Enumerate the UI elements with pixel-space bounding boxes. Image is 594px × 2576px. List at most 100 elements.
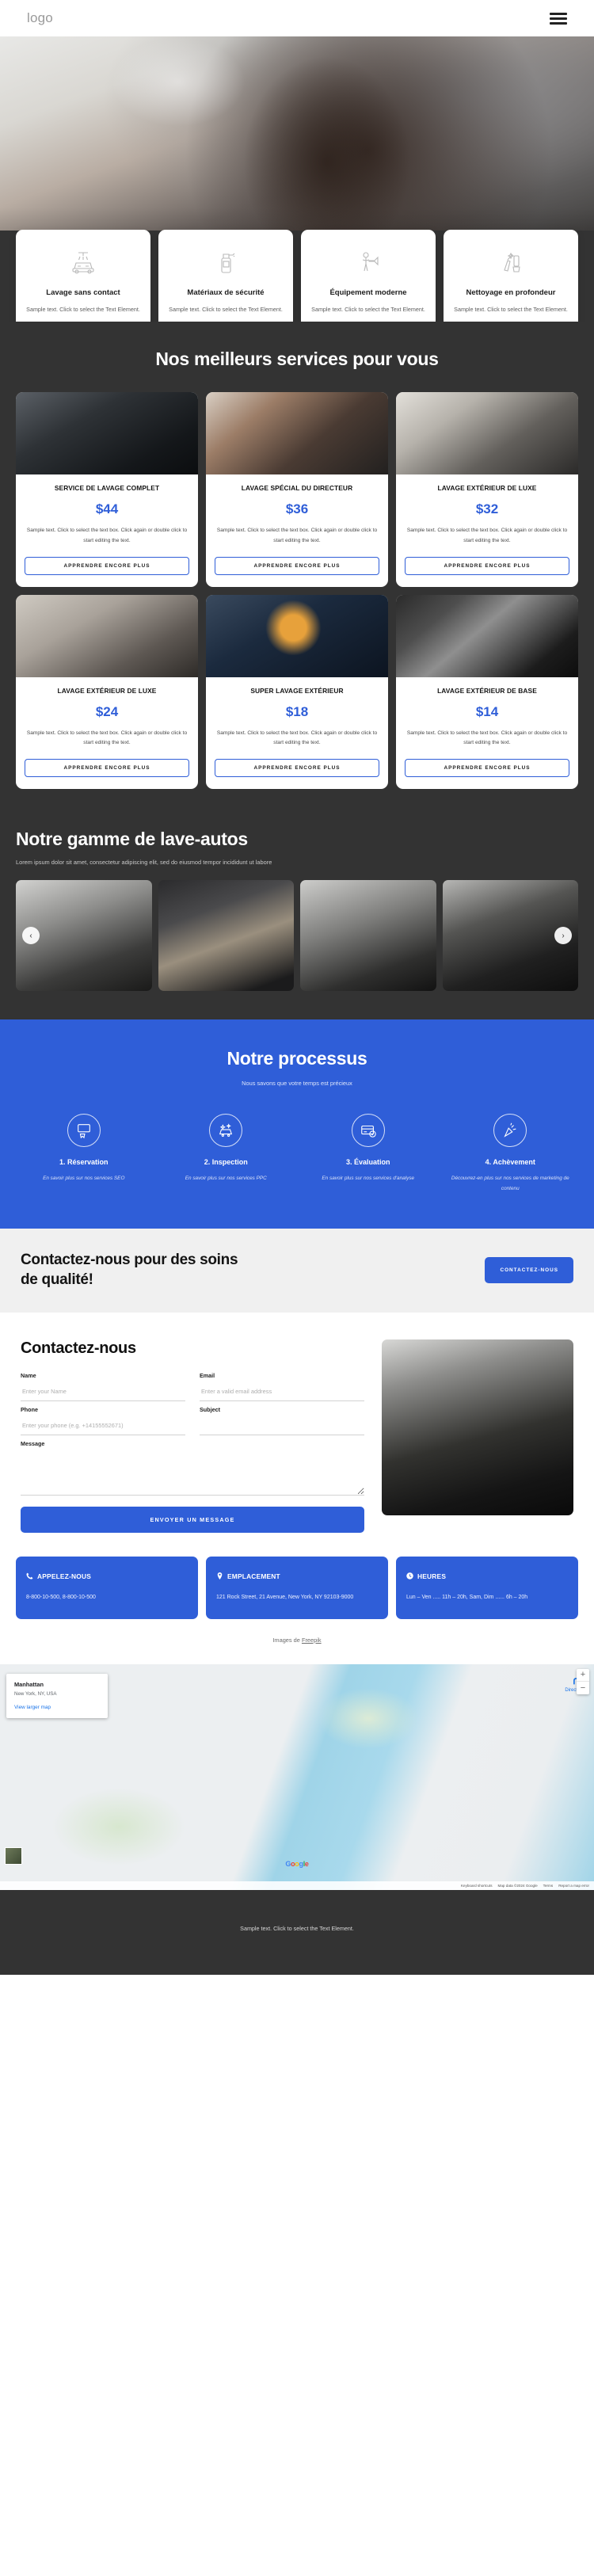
feature-title: Matériaux de sécurité xyxy=(187,288,265,297)
map-section[interactable]: Manhattan New York, NY, USA View larger … xyxy=(0,1663,594,1890)
service-image xyxy=(396,594,578,677)
site-footer: Sample text. Click to select the Text El… xyxy=(0,1889,594,1975)
name-input[interactable] xyxy=(21,1384,185,1401)
map-keyboard-shortcuts[interactable]: Keyboard shortcuts xyxy=(461,1884,493,1888)
learn-more-button[interactable]: APPRENDRE ENCORE PLUS xyxy=(215,759,379,778)
process-step-text: En savoir plus sur nos services d'analys… xyxy=(322,1176,415,1182)
credit-link[interactable]: Freepik xyxy=(302,1637,322,1644)
services-row-2: LAVAGE EXTÉRIEUR DE LUXE $24 Sample text… xyxy=(0,594,594,790)
learn-more-button[interactable]: APPRENDRE ENCORE PLUS xyxy=(405,556,569,575)
google-logo: Google xyxy=(285,1859,309,1868)
learn-more-button[interactable]: APPRENDRE ENCORE PLUS xyxy=(25,556,189,575)
clock-icon xyxy=(406,1569,413,1583)
service-card[interactable]: LAVAGE EXTÉRIEUR DE LUXE $24 Sample text… xyxy=(16,594,198,790)
subject-input[interactable] xyxy=(200,1418,364,1435)
gallery-section: Notre gamme de lave-autos Lorem ipsum do… xyxy=(0,789,594,992)
gallery-title: Notre gamme de lave-autos xyxy=(16,829,248,850)
feature-title: Lavage sans contact xyxy=(46,288,120,297)
map-terms-link[interactable]: Terms xyxy=(543,1884,554,1888)
contact-title: Contactez-nous xyxy=(21,1339,136,1357)
sparkle-car-icon xyxy=(209,1114,243,1148)
phone-input[interactable] xyxy=(21,1418,185,1435)
map-zoom-controls[interactable]: + − xyxy=(577,1668,589,1694)
contact-media xyxy=(382,1339,573,1533)
map-zoom-in-button[interactable]: + xyxy=(577,1669,589,1682)
subject-label: Subject xyxy=(200,1405,220,1413)
service-image xyxy=(206,594,388,677)
service-price: $18 xyxy=(285,703,309,719)
map-info-card: Manhattan New York, NY, USA View larger … xyxy=(6,1673,108,1718)
contact-form: Contactez-nous Name Email Phone Subject xyxy=(21,1339,364,1533)
message-textarea[interactable] xyxy=(21,1452,364,1496)
process-title: Notre processus xyxy=(227,1048,367,1069)
service-card[interactable]: SERVICE DE LAVAGE COMPLET $44 Sample tex… xyxy=(16,392,198,587)
service-image xyxy=(396,392,578,474)
service-text: Sample text. Click to select the text bo… xyxy=(406,527,568,543)
contact-section: Contactez-nous Name Email Phone Subject xyxy=(0,1312,594,1533)
send-message-button[interactable]: ENVOYER UN MESSAGE xyxy=(21,1506,364,1533)
service-card[interactable]: SUPER LAVAGE EXTÉRIEUR $18 Sample text. … xyxy=(206,594,388,790)
hamburger-icon[interactable] xyxy=(550,12,567,25)
service-card[interactable]: LAVAGE EXTÉRIEUR DE LUXE $32 Sample text… xyxy=(396,392,578,587)
dark-section: Nos meilleurs services pour vous SERVICE… xyxy=(0,322,594,1020)
info-card-hours: HEURES Lun – Ven ..... 11h – 20h, Sam, D… xyxy=(396,1556,578,1619)
process-step-text: Découvrez-en plus sur nos services de ma… xyxy=(451,1176,569,1191)
footer-text: Sample text. Click to select the Text El… xyxy=(240,1924,354,1932)
process-section: Notre processus Nous savons que votre te… xyxy=(0,1019,594,1229)
service-price: $44 xyxy=(95,501,119,516)
gallery-image[interactable] xyxy=(300,880,436,992)
map-attribution-bar: Keyboard shortcuts Map data ©2024 Google… xyxy=(0,1881,594,1890)
feature-text: Sample text. Click to select the Text El… xyxy=(169,306,283,314)
phone-icon xyxy=(26,1569,33,1583)
service-image xyxy=(16,392,198,474)
process-step: 4. Achèvement Découvrez-en plus sur nos … xyxy=(443,1114,579,1194)
chevron-left-icon[interactable]: ‹ xyxy=(22,927,40,945)
contact-us-button[interactable]: CONTACTEZ-NOUS xyxy=(485,1257,573,1284)
service-text: Sample text. Click to select the text bo… xyxy=(216,730,378,746)
service-price: $36 xyxy=(285,501,309,516)
email-input[interactable] xyxy=(200,1384,364,1401)
process-step-label: 2. Inspection xyxy=(204,1158,248,1167)
learn-more-button[interactable]: APPRENDRE ENCORE PLUS xyxy=(215,556,379,575)
service-name: LAVAGE SPÉCIAL DU DIRECTEUR xyxy=(241,484,353,492)
deep-clean-brush-icon xyxy=(451,244,570,280)
gallery-image[interactable] xyxy=(158,880,294,992)
process-step: 1. Réservation En savoir plus sur nos se… xyxy=(16,1114,152,1194)
page-root: logo Lavage sans contact Sample text. Cl… xyxy=(0,0,594,1975)
info-card-phone: APPELEZ-NOUS 8-800-10-500, 8-800-10-500 xyxy=(16,1556,198,1619)
message-label: Message xyxy=(21,1439,45,1447)
phone-label: Phone xyxy=(21,1405,38,1413)
gallery-carousel: ‹ › xyxy=(16,880,578,992)
map-data-credit: Map data ©2024 Google xyxy=(497,1883,538,1888)
service-card[interactable]: LAVAGE SPÉCIAL DU DIRECTEUR $36 Sample t… xyxy=(206,392,388,587)
feature-card[interactable]: Nettoyage en profondeur Sample text. Cli… xyxy=(444,229,578,322)
card-check-icon xyxy=(351,1114,385,1148)
map-report-link[interactable]: Report a map error xyxy=(558,1884,589,1888)
feature-card[interactable]: Équipement moderne Sample text. Click to… xyxy=(301,229,436,322)
feature-title: Nettoyage en profondeur xyxy=(466,288,556,297)
credit-prefix: Images de xyxy=(272,1636,302,1644)
service-text: Sample text. Click to select the text bo… xyxy=(406,730,568,746)
process-steps: 1. Réservation En savoir plus sur nos se… xyxy=(16,1114,578,1194)
feature-card[interactable]: Matériaux de sécurité Sample text. Click… xyxy=(158,229,293,322)
service-card[interactable]: LAVAGE EXTÉRIEUR DE BASE $14 Sample text… xyxy=(396,594,578,790)
service-price: $32 xyxy=(475,501,499,516)
service-name: SUPER LAVAGE EXTÉRIEUR xyxy=(250,686,344,695)
cta-section: Contactez-nous pour des soins de qualité… xyxy=(0,1229,594,1313)
feature-card[interactable]: Lavage sans contact Sample text. Click t… xyxy=(16,229,150,322)
info-card-text: 8-800-10-500, 8-800-10-500 xyxy=(26,1594,96,1600)
book-cursor-icon xyxy=(67,1114,101,1148)
map-street-view-thumbnail[interactable] xyxy=(5,1846,22,1865)
site-logo[interactable]: logo xyxy=(27,10,53,26)
process-step: 3. Évaluation En savoir plus sur nos ser… xyxy=(300,1114,436,1194)
learn-more-button[interactable]: APPRENDRE ENCORE PLUS xyxy=(25,759,189,778)
process-step-text: En savoir plus sur nos services SEO xyxy=(43,1176,125,1182)
email-label: Email xyxy=(200,1371,215,1379)
service-text: Sample text. Click to select the text bo… xyxy=(216,527,378,543)
view-larger-map-link[interactable]: View larger map xyxy=(14,1705,100,1710)
learn-more-button[interactable]: APPRENDRE ENCORE PLUS xyxy=(405,759,569,778)
service-text: Sample text. Click to select the text bo… xyxy=(26,730,188,746)
chevron-right-icon[interactable]: › xyxy=(554,927,572,945)
google-logo-e: e xyxy=(304,1859,309,1868)
map-zoom-out-button[interactable]: − xyxy=(577,1682,589,1694)
